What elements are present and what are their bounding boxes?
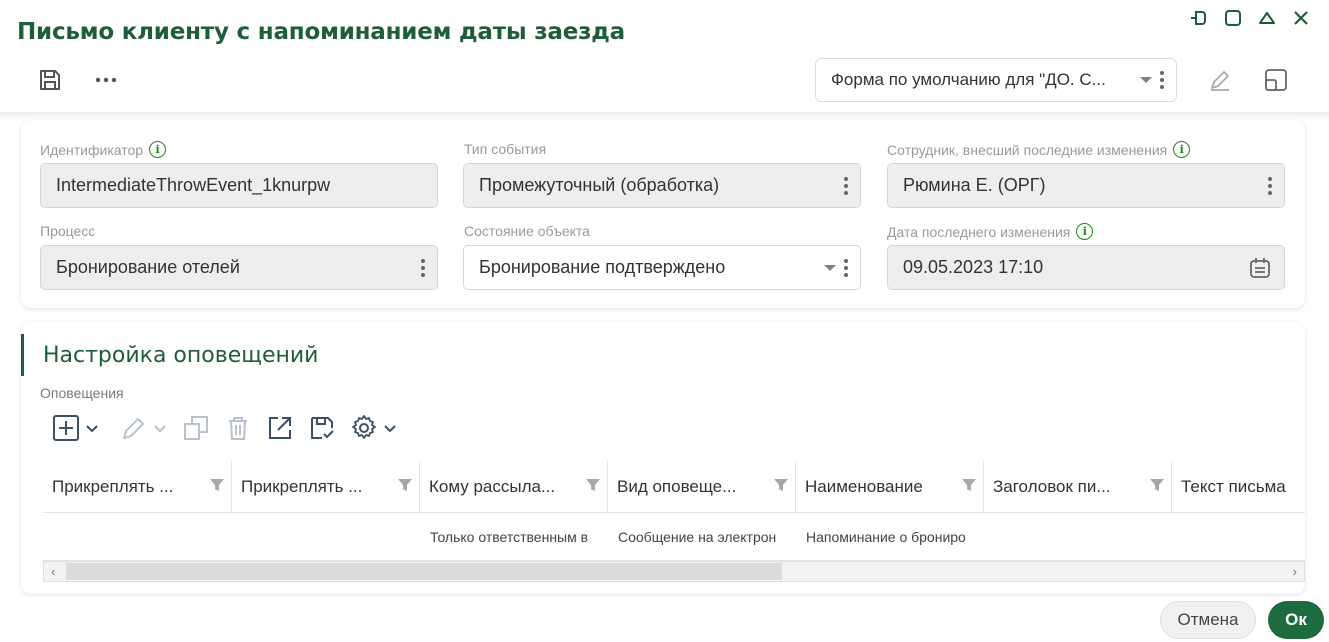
settings-button[interactable] xyxy=(350,414,398,442)
filter-icon[interactable] xyxy=(773,477,789,498)
table-cell xyxy=(43,513,231,560)
main-toolbar xyxy=(36,66,120,94)
column-header-label: Кому рассыла... xyxy=(429,476,556,496)
kebab-menu-icon[interactable] xyxy=(844,176,848,195)
save-template-icon xyxy=(311,417,334,439)
window-title: Письмо клиенту с напоминанием даты заезд… xyxy=(17,19,626,45)
pin-icon[interactable] xyxy=(1189,8,1209,28)
chevron-down-icon xyxy=(86,425,98,433)
filter-icon[interactable] xyxy=(961,477,977,498)
open-icon xyxy=(269,417,291,439)
column-header[interactable]: Прикреплять ... xyxy=(231,461,419,512)
copy-icon xyxy=(184,416,208,440)
scrollbar-thumb[interactable] xyxy=(66,563,782,580)
calendar-icon[interactable] xyxy=(1248,256,1272,280)
chevron-down-icon xyxy=(384,425,396,433)
event-type-label: Тип события xyxy=(464,141,547,157)
table-label: Оповещения xyxy=(40,385,124,401)
properties-card: Идентификатор i IntermediateThrowEvent_1… xyxy=(21,120,1305,308)
scroll-right-icon[interactable]: › xyxy=(1293,564,1297,579)
object-state-label: Состояние объекта xyxy=(464,223,590,239)
cancel-button[interactable]: Отмена xyxy=(1160,601,1256,639)
column-header[interactable]: Текст письма xyxy=(1171,461,1305,512)
table-cell xyxy=(983,513,1171,560)
filter-icon[interactable] xyxy=(397,477,413,498)
column-header-label: Текст письма xyxy=(1181,476,1286,496)
event-type-field[interactable]: Промежуточный (обработка) xyxy=(463,163,861,208)
chevron-down-icon xyxy=(154,425,166,433)
add-icon xyxy=(53,415,79,441)
table-body: Только ответственным в Сообщение на элект… xyxy=(43,513,1305,561)
employee-label: Сотрудник, внесший последние изменения i xyxy=(887,141,1191,158)
ok-button[interactable]: Ок xyxy=(1268,601,1324,639)
identifier-label: Идентификатор i xyxy=(40,141,167,158)
column-header-label: Прикреплять ... xyxy=(241,476,363,496)
toolbar-divider xyxy=(0,112,1329,120)
delete-button[interactable] xyxy=(224,414,252,442)
chevron-down-icon xyxy=(824,264,836,271)
column-header[interactable]: Прикреплять ... xyxy=(43,461,231,512)
column-header-label: Наименование xyxy=(805,476,923,496)
settings-icon xyxy=(352,415,376,439)
form-select-value: Форма по умолчанию для "ДО. С... xyxy=(831,70,1106,89)
process-label: Процесс xyxy=(40,223,96,239)
table-toolbar xyxy=(52,414,398,442)
column-header-label: Прикреплять ... xyxy=(52,476,174,496)
filter-icon[interactable] xyxy=(585,477,601,498)
table-header: Прикреплять ... Прикреплять ... Кому рассы… xyxy=(43,461,1305,513)
window-controls xyxy=(1189,8,1311,28)
edit-icon xyxy=(123,418,144,439)
kebab-menu-icon[interactable] xyxy=(421,258,425,277)
last-modified-field[interactable]: 09.05.2023 17:10 xyxy=(887,245,1285,290)
column-header-label: Заголовок пи... xyxy=(993,476,1111,496)
table-cell: Только ответственным в xyxy=(430,528,589,545)
collapse-icon[interactable] xyxy=(1257,8,1277,28)
table-cell xyxy=(231,513,419,560)
object-state-select[interactable]: Бронирование подтверждено xyxy=(463,245,861,290)
notifications-table: Прикреплять ... Прикреплять ... Кому рассы… xyxy=(43,461,1305,561)
section-title: Настройка оповещений xyxy=(43,343,319,368)
filter-icon[interactable] xyxy=(1149,477,1165,498)
table-row[interactable]: Только ответственным в Сообщение на элект… xyxy=(43,513,1305,561)
edit-button[interactable] xyxy=(120,414,168,442)
column-header[interactable]: Наименование xyxy=(795,461,983,512)
close-icon[interactable] xyxy=(1291,8,1311,28)
section-accent xyxy=(21,334,24,376)
process-field[interactable]: Бронирование отелей xyxy=(40,245,438,290)
column-header-label: Вид оповеще... xyxy=(617,476,737,496)
scroll-left-icon[interactable]: ‹ xyxy=(51,564,55,579)
column-header[interactable]: Кому рассыла... xyxy=(419,461,607,512)
table-cell xyxy=(1171,513,1305,560)
column-header[interactable]: Вид оповеще... xyxy=(607,461,795,512)
kebab-menu-icon[interactable] xyxy=(844,258,848,277)
maximize-icon[interactable] xyxy=(1223,8,1243,28)
open-button[interactable] xyxy=(266,414,294,442)
employee-field[interactable]: Рюмина Е. (ОРГ) xyxy=(887,163,1285,208)
delete-icon xyxy=(229,417,247,440)
copy-button[interactable] xyxy=(182,414,210,442)
add-button[interactable] xyxy=(52,414,100,442)
more-icon[interactable] xyxy=(92,66,120,94)
identifier-field[interactable]: IntermediateThrowEvent_1knurpw xyxy=(40,163,438,208)
form-select[interactable]: Форма по умолчанию для "ДО. С... xyxy=(815,58,1177,102)
filter-icon[interactable] xyxy=(209,477,225,498)
table-cell: Напоминание о брониро xyxy=(806,528,966,545)
table-cell: Сообщение на электрон xyxy=(618,528,777,545)
horizontal-scrollbar[interactable]: ‹ › xyxy=(43,561,1305,582)
kebab-menu-icon[interactable] xyxy=(1268,176,1272,195)
info-icon[interactable]: i xyxy=(1173,141,1191,158)
form-tools xyxy=(1206,66,1290,94)
notifications-card: Настройка оповещений Оповещения Прикрепл… xyxy=(21,322,1305,594)
kebab-menu-icon[interactable] xyxy=(1160,71,1164,89)
column-header[interactable]: Заголовок пи... xyxy=(983,461,1171,512)
last-modified-label: Дата последнего изменения i xyxy=(887,223,1094,240)
chevron-down-icon xyxy=(1140,77,1152,83)
info-icon[interactable]: i xyxy=(149,141,167,158)
layout-icon[interactable] xyxy=(1262,66,1290,94)
save-icon[interactable] xyxy=(36,66,64,94)
save-template-button[interactable] xyxy=(308,414,336,442)
edit-form-icon[interactable] xyxy=(1206,66,1234,94)
info-icon[interactable]: i xyxy=(1076,223,1094,240)
